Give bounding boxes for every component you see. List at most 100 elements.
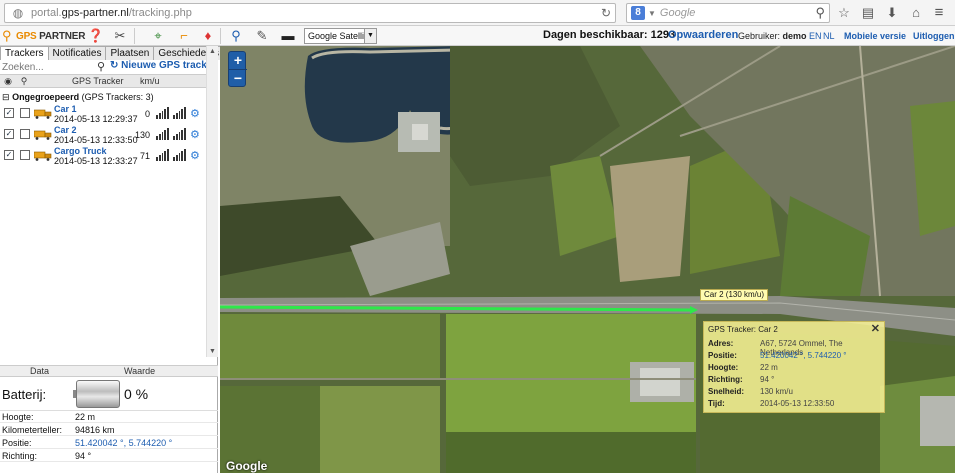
detail-value: 22 m <box>75 412 96 422</box>
tracker-info-popup: GPS Tracker: Car 2 ✕ Adres: A67, 5724 Om… <box>703 321 885 413</box>
search-engine-icon[interactable]: 8 <box>631 6 645 20</box>
tracker-visible-checkbox[interactable]: ✓ <box>4 150 14 160</box>
popup-key: Positie: <box>708 351 737 360</box>
tracker-time: 2014-05-13 12:33:27 <box>54 156 138 166</box>
tab-notificaties[interactable]: Notificaties <box>47 46 107 60</box>
tab-trackers[interactable]: Trackers <box>0 46 49 60</box>
search-icon[interactable]: ⚲ <box>97 60 105 73</box>
eye-icon[interactable]: ◉ <box>0 76 16 87</box>
help-icon[interactable]: ❓ <box>86 27 106 45</box>
battery-value: 0 % <box>124 386 149 402</box>
tracker-name[interactable]: Car 2 <box>54 125 77 135</box>
zoom-in-button[interactable]: + <box>229 52 247 70</box>
place-marker-icon[interactable]: ♦ <box>198 27 218 45</box>
group-row[interactable]: ⊟ Ongegroepeerd (GPS Trackers: 3) <box>2 92 154 103</box>
tracker-name[interactable]: Car 1 <box>54 104 77 114</box>
column-speed[interactable]: km/u <box>140 76 160 86</box>
popup-value: 94 ° <box>760 375 775 384</box>
battery-row: Batterij: 0 % <box>0 377 218 411</box>
geofence-icon[interactable]: ⌖ <box>148 27 168 45</box>
home-icon[interactable]: ⌂ <box>904 3 928 23</box>
tracker-search-input[interactable] <box>0 60 92 74</box>
popup-value: 22 m <box>760 363 778 372</box>
tracker-speed: 71 <box>139 151 150 161</box>
popup-key: Tijd: <box>708 399 725 408</box>
truck-icon <box>34 130 52 140</box>
group-label: Ongegroepeerd <box>12 92 80 102</box>
tracker-time: 2014-05-13 12:29:37 <box>54 114 138 124</box>
tracker-row[interactable]: ✓ Car 2 2014-05-13 12:33:50 130 ⚙ <box>0 125 206 145</box>
tools-icon[interactable]: ✂ <box>110 27 130 45</box>
zoom-search-icon[interactable]: ⚲ <box>226 27 246 45</box>
popup-title: GPS Tracker: Car 2 <box>708 325 778 334</box>
popup-row: Tijd: 2014-05-13 12:33:50 <box>708 399 884 410</box>
locate-tracker-icon[interactable]: ⚙ <box>190 107 204 121</box>
locate-tracker-icon[interactable]: ⚙ <box>190 149 204 163</box>
tracker-row[interactable]: ✓ Car 1 2014-05-13 12:29:37 0 ⚙ <box>0 104 206 124</box>
chevron-down-icon[interactable]: ▼ <box>364 29 376 43</box>
upgrade-link[interactable]: Opwaarderen <box>668 29 738 41</box>
sidebar-scrollbar[interactable]: ▲ ▼ <box>206 46 218 357</box>
close-icon[interactable]: ✕ <box>871 322 880 335</box>
map-type-value: Google Satellite <box>308 31 372 41</box>
battery-icon <box>73 380 120 408</box>
tracker-follow-checkbox[interactable] <box>20 129 30 139</box>
popup-value: 2014-05-13 12:33:50 <box>760 399 835 408</box>
terminal-icon[interactable]: ▬ <box>278 27 298 45</box>
popup-row: Hoogte: 22 m <box>708 363 884 374</box>
popup-row: Positie: 51.420042 °, 5.744220 ° <box>708 351 884 362</box>
zoom-control: + − <box>228 51 247 88</box>
refresh-icon: ↻ <box>110 60 119 71</box>
eraser-icon[interactable]: ✎ <box>252 27 272 45</box>
toolbar-divider <box>220 28 221 44</box>
popup-row: Snelheid: 130 km/u <box>708 387 884 398</box>
popup-position-link[interactable]: 51.420042 °, 5.744220 ° <box>760 351 846 360</box>
tracker-follow-checkbox[interactable] <box>20 108 30 118</box>
mobile-version-link[interactable]: Mobiele versie <box>844 31 906 41</box>
download-icon[interactable]: ⬇ <box>880 3 904 23</box>
search-icon[interactable]: ⚲ <box>16 76 32 87</box>
column-gps-tracker[interactable]: GPS Tracker <box>72 76 124 86</box>
satellite-map[interactable]: + − Car 2 (130 km/u) GPS Tracker: Car 2 … <box>220 46 955 473</box>
collapse-icon[interactable]: ⊟ <box>2 92 10 102</box>
popup-key: Adres: <box>708 339 734 348</box>
popup-row: Richting: 94 ° <box>708 375 884 386</box>
detail-row-direction: Richting: 94 ° <box>0 450 218 462</box>
tab-plaatsen[interactable]: Plaatsen <box>105 46 155 60</box>
chevron-down-icon[interactable]: ▼ <box>648 9 656 18</box>
days-available: Dagen beschikbaar: 1293 <box>543 29 676 41</box>
vehicle-map-label[interactable]: Car 2 (130 km/u) <box>700 289 769 301</box>
new-tracker-link[interactable]: ↻ Nieuwe GPS tracker <box>110 60 216 71</box>
signal-strength-icon <box>156 107 186 119</box>
app-toolbar: ⚲ GPS PARTNER ❓ ✂ ⌖ ⌐ ♦ ⚲ ✎ ▬ Google Sat… <box>0 26 955 46</box>
bookmark-star-icon[interactable]: ☆ <box>832 3 856 23</box>
zoom-out-button[interactable]: − <box>229 70 247 88</box>
tracker-row[interactable]: ✓ Cargo Truck 2014-05-13 12:33:27 71 ⚙ <box>0 146 206 166</box>
lang-nl-link[interactable]: NL <box>823 31 835 41</box>
position-link[interactable]: 51.420042 °, 5.744220 ° <box>75 438 172 448</box>
tracker-follow-checkbox[interactable] <box>20 150 30 160</box>
route-icon[interactable]: ⌐ <box>174 27 194 45</box>
lang-en-link[interactable]: EN <box>809 31 822 41</box>
globe-icon: ◍ <box>12 6 24 20</box>
url-bar[interactable]: ◍ portal.gps-partner.nl/tracking.php ↻ <box>4 3 616 23</box>
sidebar-tabs: Trackers Notificaties Plaatsen Geschiede… <box>0 46 224 60</box>
search-icon[interactable]: ⚲ <box>815 5 825 21</box>
popup-value: 130 km/u <box>760 387 793 396</box>
clipboard-icon[interactable]: ▤ <box>856 3 880 23</box>
browser-search-placeholder: Google <box>659 7 696 19</box>
logo: ⚲ GPS PARTNER <box>2 27 86 45</box>
scroll-up-icon[interactable]: ▲ <box>207 46 218 57</box>
tracker-name[interactable]: Cargo Truck <box>54 146 107 156</box>
map-type-select[interactable]: Google Satellite ▼ <box>304 28 377 44</box>
toolbar-divider <box>134 28 135 44</box>
reload-icon[interactable]: ↻ <box>601 6 611 20</box>
locate-tracker-icon[interactable]: ⚙ <box>190 128 204 142</box>
hamburger-menu-icon[interactable]: ≡ <box>929 3 949 23</box>
logout-link[interactable]: Uitloggen <box>913 31 955 41</box>
tracker-visible-checkbox[interactable]: ✓ <box>4 108 14 118</box>
scroll-down-icon[interactable]: ▼ <box>207 346 218 357</box>
column-data: Data <box>30 366 50 376</box>
browser-search-box[interactable]: 8 ▼ Google ⚲ <box>626 3 830 23</box>
tracker-visible-checkbox[interactable]: ✓ <box>4 129 14 139</box>
